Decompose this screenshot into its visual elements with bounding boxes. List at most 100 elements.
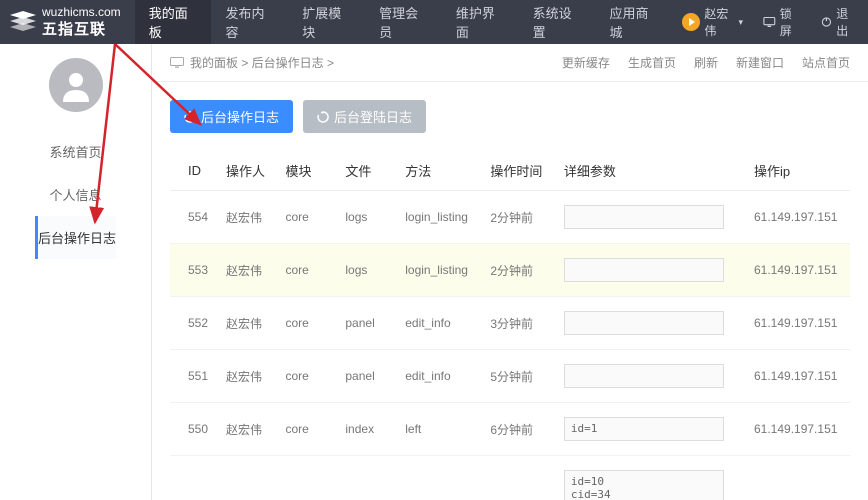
- cell-method: edit_info: [397, 350, 482, 403]
- table-row: 554赵宏伟corelogslogin_listing2分钟前 61.149.19…: [170, 191, 850, 244]
- cell-file: panel: [337, 350, 397, 403]
- crumb-action-0[interactable]: 更新缓存: [562, 54, 610, 71]
- user-name: 赵宏伟: [704, 5, 734, 39]
- logo-icon: [10, 11, 36, 33]
- logo-domain: wuzhicms.com: [42, 6, 121, 18]
- log-table: ID 操作人 模块 文件 方法 操作时间 详细参数 操作ip 554赵宏伟cor…: [170, 151, 850, 500]
- top-nav: wuzhicms.com 五指互联 我的面板发布内容扩展模块管理会员维护界面系统…: [0, 0, 868, 44]
- cell-id: 551: [170, 350, 218, 403]
- cell-params: [556, 244, 746, 297]
- cell-operator: 赵宏伟: [218, 456, 278, 500]
- lock-screen-link[interactable]: 锁屏: [753, 0, 811, 44]
- cell-id: 554: [170, 191, 218, 244]
- crumb-action-2[interactable]: 刷新: [694, 54, 718, 71]
- table-row: 550赵宏伟coreindexleft6分钟前id=161.149.197.15…: [170, 403, 850, 456]
- cell-id: 552: [170, 297, 218, 350]
- col-params: 详细参数: [556, 151, 746, 191]
- sidebar-item-1[interactable]: 个人信息: [35, 173, 116, 216]
- logo[interactable]: wuzhicms.com 五指互联: [0, 0, 135, 44]
- monitor-icon: [170, 57, 184, 68]
- crumb-action-4[interactable]: 站点首页: [802, 54, 850, 71]
- cell-params: [556, 350, 746, 403]
- nav-item-4[interactable]: 维护界面: [442, 0, 519, 44]
- cell-module: core: [278, 297, 338, 350]
- breadcrumb: 我的面板 > 后台操作日志 >: [190, 54, 334, 71]
- cell-module: core: [278, 191, 338, 244]
- cell-params: [556, 191, 746, 244]
- cell-method: login_listing: [397, 244, 482, 297]
- cell-ip: 61.149.197.151: [746, 456, 850, 500]
- cell-operator: 赵宏伟: [218, 244, 278, 297]
- cell-ip: 61.149.197.151: [746, 297, 850, 350]
- cell-time: 2分钟前: [482, 191, 556, 244]
- nav-item-0[interactable]: 我的面板: [135, 0, 212, 44]
- sidebar: 系统首页个人信息后台操作日志: [0, 44, 152, 500]
- crumb-action-1[interactable]: 生成首页: [628, 54, 676, 71]
- col-operator: 操作人: [218, 151, 278, 191]
- avatar[interactable]: [49, 58, 103, 112]
- play-icon: [682, 13, 700, 31]
- cell-id: 550: [170, 403, 218, 456]
- cell-time: 6分钟前: [482, 403, 556, 456]
- logout-link[interactable]: 退出: [811, 0, 868, 44]
- cell-module: core: [278, 350, 338, 403]
- table-row: 549赵宏伟contentcontentedit6分钟前id=10 cid=34…: [170, 456, 850, 500]
- cell-params: [556, 297, 746, 350]
- cell-time: 6分钟前: [482, 456, 556, 500]
- cell-ip: 61.149.197.151: [746, 244, 850, 297]
- col-method: 方法: [397, 151, 482, 191]
- tab-operation-log[interactable]: 后台操作日志: [170, 100, 293, 133]
- cell-ip: 61.149.197.151: [746, 191, 850, 244]
- cell-file: content: [337, 456, 397, 500]
- col-id: ID: [170, 151, 218, 191]
- table-row: 551赵宏伟corepaneledit_info5分钟前 61.149.197.1…: [170, 350, 850, 403]
- cell-time: 3分钟前: [482, 297, 556, 350]
- refresh-icon: [184, 111, 196, 123]
- chevron-down-icon: ▾: [739, 17, 744, 28]
- col-module: 模块: [278, 151, 338, 191]
- sidebar-item-2[interactable]: 后台操作日志: [35, 216, 116, 259]
- power-icon: [821, 16, 832, 28]
- tab-buttons: 后台操作日志 后台登陆日志: [152, 82, 868, 151]
- crumb-action-3[interactable]: 新建窗口: [736, 54, 784, 71]
- cell-file: logs: [337, 244, 397, 297]
- user-menu[interactable]: 赵宏伟 ▾: [672, 0, 753, 44]
- cell-module: content: [278, 456, 338, 500]
- cell-operator: 赵宏伟: [218, 297, 278, 350]
- col-ip: 操作ip: [746, 151, 850, 191]
- cell-ip: 61.149.197.151: [746, 403, 850, 456]
- tab-login-log[interactable]: 后台登陆日志: [303, 100, 426, 133]
- cell-ip: 61.149.197.151: [746, 350, 850, 403]
- cell-params: id=10 cid=34 form=-array()- title_css= u…: [556, 456, 746, 500]
- cell-method: edit: [397, 456, 482, 500]
- breadcrumb-bar: 我的面板 > 后台操作日志 > 更新缓存 生成首页 刷新 新建窗口 站点首页: [152, 44, 868, 82]
- screen-icon: [763, 16, 776, 28]
- cell-module: core: [278, 244, 338, 297]
- cell-time: 2分钟前: [482, 244, 556, 297]
- cell-file: index: [337, 403, 397, 456]
- cell-time: 5分钟前: [482, 350, 556, 403]
- cell-operator: 赵宏伟: [218, 403, 278, 456]
- nav-item-6[interactable]: 应用商城: [595, 0, 672, 44]
- cell-file: logs: [337, 191, 397, 244]
- logo-cn: 五指互联: [42, 18, 121, 39]
- refresh-icon: [317, 111, 329, 123]
- col-time: 操作时间: [482, 151, 556, 191]
- nav-item-1[interactable]: 发布内容: [211, 0, 288, 44]
- cell-file: panel: [337, 297, 397, 350]
- table-row: 553赵宏伟corelogslogin_listing2分钟前 61.149.19…: [170, 244, 850, 297]
- cell-module: core: [278, 403, 338, 456]
- cell-id: 553: [170, 244, 218, 297]
- table-row: 552赵宏伟corepaneledit_info3分钟前 61.149.197.1…: [170, 297, 850, 350]
- cell-method: edit_info: [397, 297, 482, 350]
- nav-item-5[interactable]: 系统设置: [519, 0, 596, 44]
- cell-operator: 赵宏伟: [218, 350, 278, 403]
- cell-method: login_listing: [397, 191, 482, 244]
- user-icon: [59, 68, 93, 102]
- cell-id: 549: [170, 456, 218, 500]
- sidebar-item-0[interactable]: 系统首页: [35, 130, 116, 173]
- nav-item-3[interactable]: 管理会员: [365, 0, 442, 44]
- col-file: 文件: [337, 151, 397, 191]
- nav-item-2[interactable]: 扩展模块: [288, 0, 365, 44]
- cell-operator: 赵宏伟: [218, 191, 278, 244]
